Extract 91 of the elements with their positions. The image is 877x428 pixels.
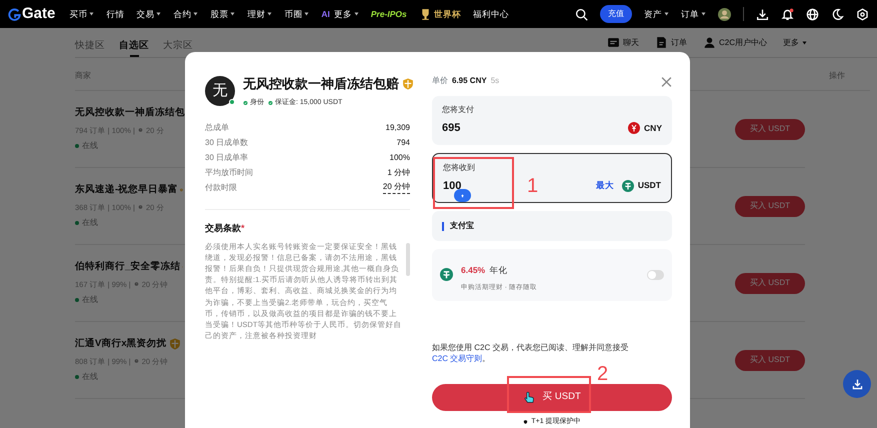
chat-icon xyxy=(606,36,620,49)
nav-menu-item[interactable]: 世界杯 xyxy=(418,8,461,20)
agreement-text: 如果您使用 C2C 交易，代表您已阅读、理解并同意接受 C2C 交易守则。 xyxy=(432,342,630,364)
avatar-icon[interactable] xyxy=(718,8,731,20)
clock-icon xyxy=(138,128,143,132)
annual-rate: 6.45% xyxy=(461,265,486,275)
required-mark: * xyxy=(241,223,245,233)
nav-menu-item[interactable]: 交易 xyxy=(136,8,162,20)
scrollbar xyxy=(406,242,410,276)
merchant-name: 无风控收款一神盾冻结包赔 xyxy=(243,75,399,93)
tether-coin-icon xyxy=(622,180,634,192)
stat-label: 30 日成单数 xyxy=(205,136,248,148)
stat-value: 19,309 xyxy=(386,122,410,134)
annotation-number: 2 xyxy=(597,364,608,384)
settings-icon[interactable] xyxy=(856,8,869,20)
stat-value: 1 分钟 xyxy=(387,166,410,178)
caret-icon xyxy=(664,12,669,16)
more-menu[interactable]: 更多 xyxy=(783,36,807,48)
pay-amount-field[interactable]: 您将支付 695 CNY xyxy=(432,96,672,144)
rate-label: 年化 xyxy=(490,265,508,275)
notification-bell-icon[interactable] xyxy=(781,8,794,20)
nav-menu-item[interactable]: Pre-IPOs xyxy=(370,8,407,20)
toolbar-link[interactable]: 订单 xyxy=(654,36,687,49)
toolbar-link[interactable]: 聊天 xyxy=(606,36,639,49)
buy-usdt-button[interactable]: 买 USDT xyxy=(432,384,672,411)
stat-label: 30 日成单率 xyxy=(205,152,248,164)
annotation-number: 1 xyxy=(527,176,538,196)
check-circle-icon xyxy=(243,100,248,105)
online-status: 在线 xyxy=(82,216,98,229)
stat-value: 100% xyxy=(390,152,410,164)
download-icon xyxy=(850,378,864,390)
hand-cursor-icon xyxy=(523,391,536,404)
stat-value: 794 xyxy=(396,136,410,148)
column-header: 商家 xyxy=(75,70,91,82)
terms-title: 交易条款 xyxy=(205,223,241,233)
nav-menu-item[interactable]: 币圈 xyxy=(284,8,310,20)
stat-label: 付款时限 xyxy=(205,182,237,194)
gate-logo[interactable]: Gate xyxy=(8,2,56,26)
online-dot xyxy=(75,220,79,225)
globe-icon[interactable] xyxy=(806,8,819,20)
nav-menu-item[interactable]: 订单 xyxy=(681,8,706,20)
arrow-up-icon xyxy=(460,194,465,198)
nav-menu-item[interactable]: 理财 xyxy=(247,8,272,20)
download-icon[interactable] xyxy=(756,8,769,20)
merchant-name[interactable]: 东风速递-祝您早日暴富 xyxy=(75,183,178,198)
nav-menu-item[interactable]: 合约 xyxy=(173,8,198,20)
clock-icon xyxy=(134,359,139,364)
close-button[interactable] xyxy=(661,76,672,86)
clock-icon xyxy=(134,282,139,286)
column-header: 操作 xyxy=(829,70,845,82)
caret-icon xyxy=(701,12,706,16)
download-button[interactable] xyxy=(843,370,871,398)
nav-menu-item[interactable]: 股票 xyxy=(210,8,236,20)
stat-label: 平均放币时间 xyxy=(205,166,253,178)
logo-mark-icon xyxy=(8,8,21,20)
moon-icon[interactable] xyxy=(831,8,844,20)
merchant-name[interactable]: 汇通V商行x黑资勿扰 xyxy=(75,337,167,352)
caret-icon xyxy=(802,40,807,44)
document-icon xyxy=(654,36,668,49)
countdown: 5s xyxy=(490,75,500,87)
rules-link[interactable]: C2C 交易守则 xyxy=(432,354,482,363)
close-icon xyxy=(661,76,672,88)
merchant-name[interactable]: 无风控收款一神盾冻结包 xyxy=(75,106,185,120)
nav-menu-item[interactable]: 买币 xyxy=(69,8,94,20)
person-icon xyxy=(702,36,716,49)
search-icon[interactable] xyxy=(575,8,588,20)
stat-label: 总成单 xyxy=(205,122,229,134)
stat-value: 20 分钟 xyxy=(382,181,410,194)
online-status: 在线 xyxy=(82,140,98,152)
online-dot xyxy=(75,298,79,302)
shield-icon xyxy=(523,420,528,424)
payment-method-selector[interactable]: 支付宝 xyxy=(432,211,672,241)
online-status: 在线 xyxy=(82,294,98,306)
clock-icon xyxy=(138,205,143,210)
nav-menu-item[interactable]: 福利中心 xyxy=(472,8,509,20)
merchant-avatar: 无 xyxy=(205,76,235,106)
online-dot xyxy=(75,374,79,379)
toolbar-link[interactable]: C2C用户中心 xyxy=(702,36,767,49)
yen-coin-icon xyxy=(628,122,640,134)
check-circle-icon xyxy=(268,100,273,105)
tether-coin-icon xyxy=(440,268,453,282)
online-status: 在线 xyxy=(82,370,98,383)
online-dot xyxy=(75,144,79,148)
nav-menu-item[interactable]: 资产 xyxy=(644,8,669,20)
merchant-name[interactable]: 伯特利商行_安全零冻结 xyxy=(75,260,180,274)
deposit-button[interactable]: 充值 xyxy=(600,5,632,23)
unit-price: 6.95 CNY xyxy=(452,75,487,87)
price-label: 单价 xyxy=(432,75,448,87)
nav-menu-item[interactable]: 行情 xyxy=(106,8,124,20)
toggle-switch[interactable] xyxy=(647,270,664,280)
nav-menu-item[interactable]: AI 更多 xyxy=(321,8,359,20)
